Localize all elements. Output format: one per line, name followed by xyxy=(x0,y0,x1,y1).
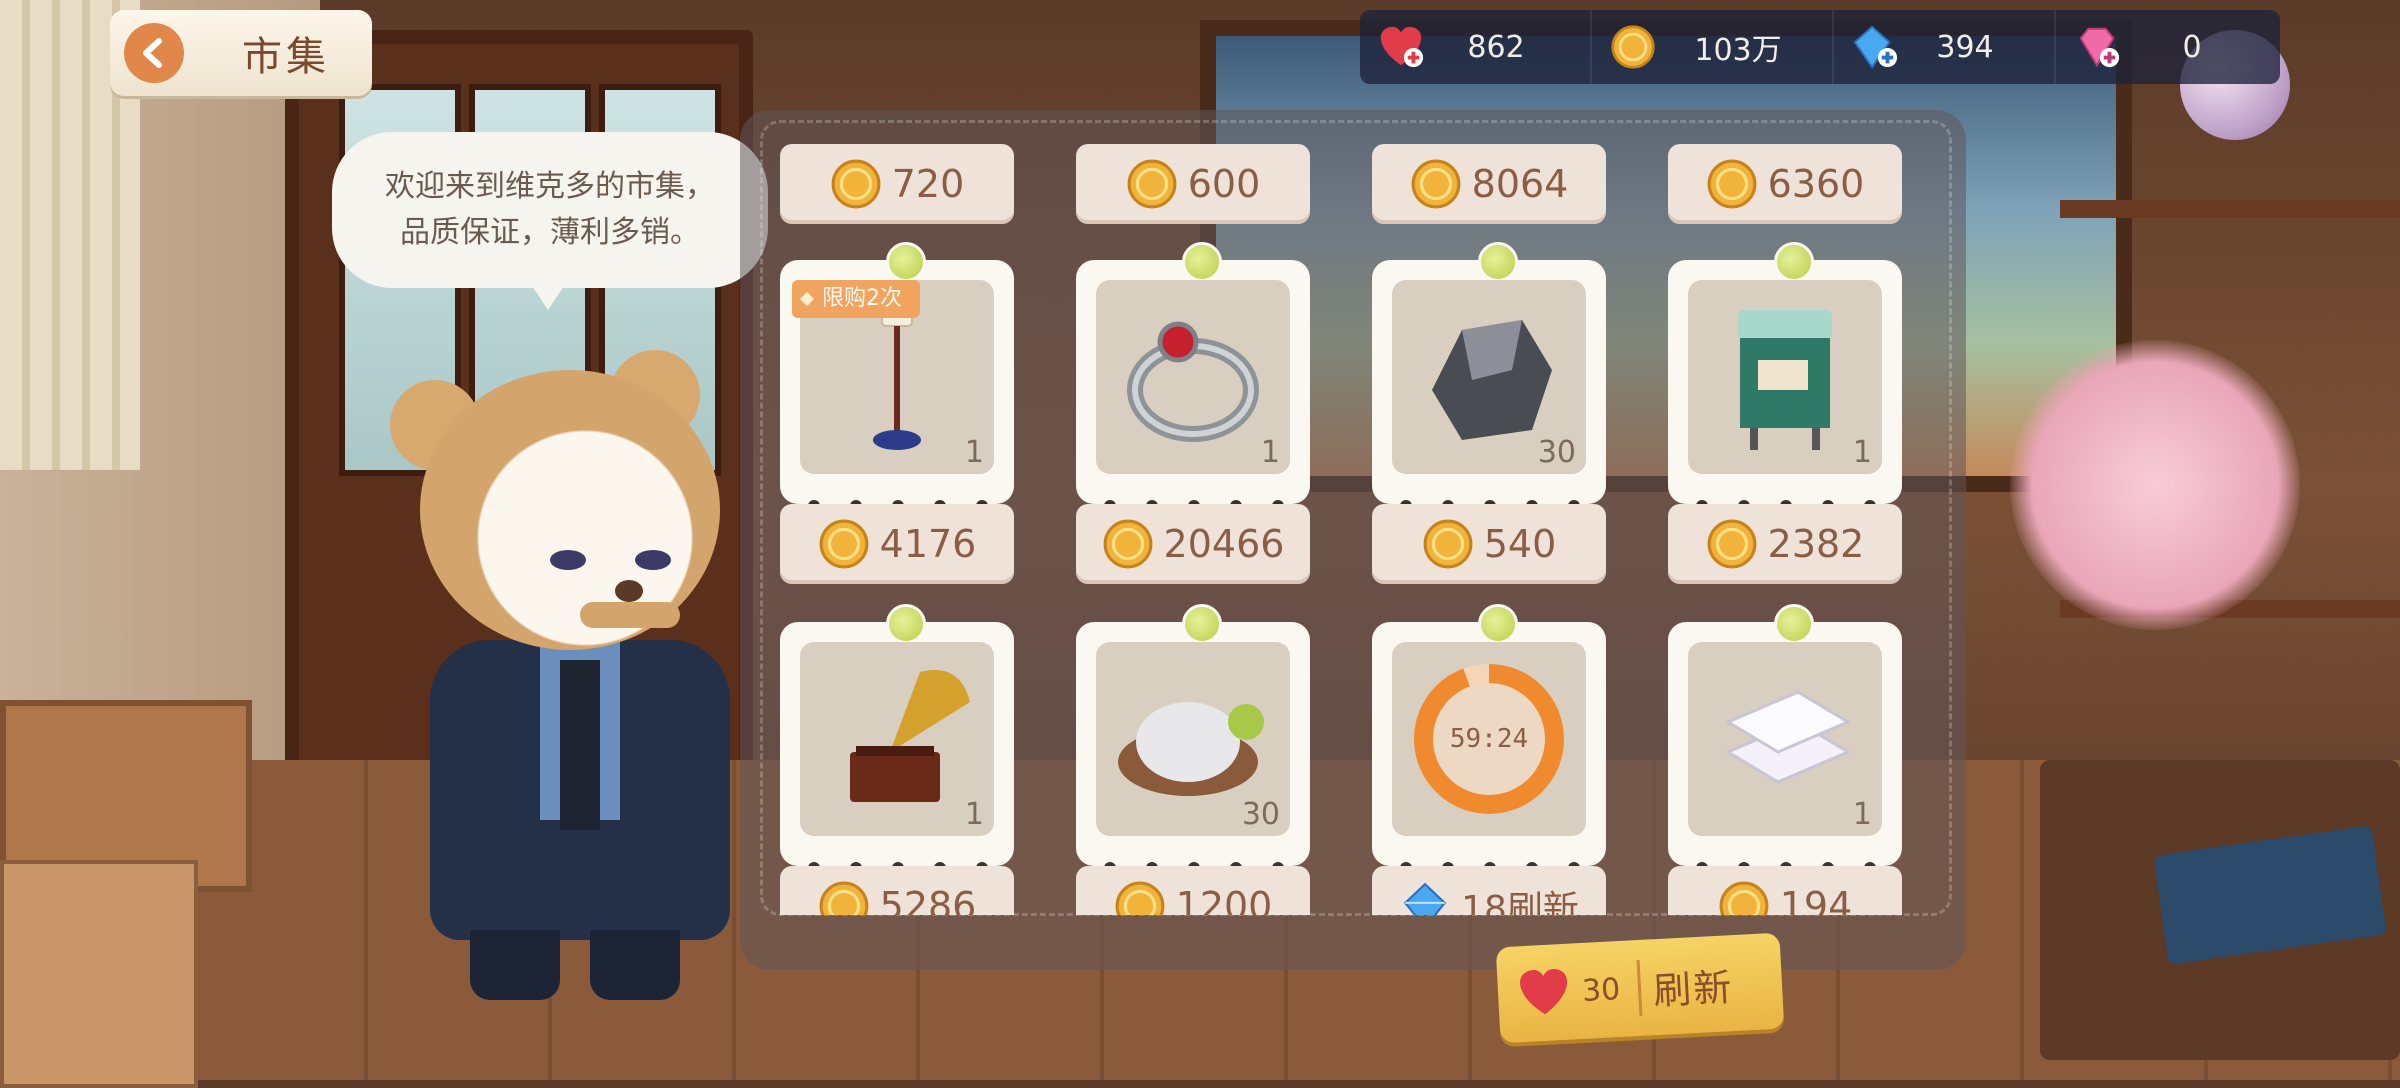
speech-line-2: 品质保证，薄利多销。 xyxy=(400,215,700,250)
price-value: 720 xyxy=(891,162,965,206)
price-value: 540 xyxy=(1483,522,1557,566)
shop-item-card[interactable]: 限购2次 1 xyxy=(780,242,1014,512)
heart-icon xyxy=(1520,969,1568,1015)
refresh-button[interactable]: 30 刷新 xyxy=(1495,932,1785,1044)
gems-value: 0 xyxy=(2182,29,2202,65)
shop-item-card[interactable]: 1 xyxy=(1076,242,1310,512)
item-quantity: 1 xyxy=(964,435,984,470)
back-arrow-icon xyxy=(124,23,184,83)
shop-item-card[interactable]: 30 xyxy=(1372,242,1606,512)
price-value: 194 xyxy=(1779,884,1853,915)
refresh-slot-card[interactable]: 59:24 xyxy=(1372,604,1606,874)
resource-gems[interactable]: 0 xyxy=(2056,10,2280,84)
pin-icon xyxy=(1774,242,1814,282)
item-quantity: 30 xyxy=(1241,797,1280,832)
resource-hearts[interactable]: 862 xyxy=(1360,10,1590,84)
gold-coin-icon xyxy=(1707,519,1757,569)
item-price-pill[interactable]: 540 xyxy=(1372,504,1606,584)
gold-coin-icon xyxy=(1423,519,1473,569)
blue-crystal-icon xyxy=(1403,882,1447,915)
cardboard-box xyxy=(0,860,198,1088)
gold-coin-icon xyxy=(1103,519,1152,569)
pin-icon xyxy=(1182,604,1222,644)
npc-speech-bubble: 欢迎来到维克多的市集， 品质保证，薄利多销。 xyxy=(332,132,768,310)
price-value: 2382 xyxy=(1767,522,1865,566)
pin-icon xyxy=(1774,604,1814,644)
pin-icon xyxy=(886,242,926,282)
shop-item-card[interactable]: 1 xyxy=(1668,242,1902,512)
item-price-pill[interactable]: 5286 xyxy=(780,866,1014,915)
gold-coin-icon xyxy=(1719,881,1769,915)
flower-vase xyxy=(2010,340,2300,630)
merchant-npc[interactable] xyxy=(390,340,770,1010)
item-price-pill[interactable]: 194 xyxy=(1668,866,1902,915)
item-quantity: 1 xyxy=(1260,435,1280,470)
shop-item-card[interactable]: 30 xyxy=(1076,604,1310,874)
page-title: 市集 xyxy=(242,34,330,80)
item-price-pill[interactable]: 4176 xyxy=(780,504,1014,584)
item-quantity: 30 xyxy=(1537,435,1576,470)
price-value: 6360 xyxy=(1767,162,1865,206)
price-value: 8064 xyxy=(1471,162,1569,206)
item-price-pill[interactable]: 20466 xyxy=(1076,504,1310,584)
gold-coin-icon xyxy=(1608,22,1658,72)
gold-coin-icon xyxy=(1707,159,1757,209)
gold-coin-icon xyxy=(831,159,881,209)
pin-icon xyxy=(1478,604,1518,644)
price-value: 600 xyxy=(1187,162,1261,206)
refresh-timer-ring: 59:24 xyxy=(1414,664,1564,814)
gold-coin-icon xyxy=(819,519,869,569)
item-quantity: 1 xyxy=(1852,797,1872,832)
wall-shelf xyxy=(2060,200,2400,218)
coins-value: 103万 xyxy=(1694,33,1782,68)
refresh-label: 刷新 xyxy=(1652,964,1735,1013)
price-value: 18刷新 xyxy=(1461,889,1579,915)
shop-grid[interactable]: 720 600 8064 6360 限购2次 1 4176 1 20466 30… xyxy=(760,140,1946,915)
slot-refresh-price-pill[interactable]: 18刷新 xyxy=(1372,866,1606,915)
shop-item-card[interactable]: 1 xyxy=(1668,604,1902,874)
shop-item-card[interactable]: 1 xyxy=(780,604,1014,874)
purchase-limit-badge: 限购2次 xyxy=(792,280,920,318)
refresh-countdown: 59:24 xyxy=(1449,724,1529,754)
pink-gem-plus-icon xyxy=(2072,22,2122,72)
gold-coin-icon xyxy=(819,881,869,915)
heart-plus-icon xyxy=(1376,22,1426,72)
resource-bar: 862 103万 394 0 xyxy=(1360,10,2280,84)
top-price-pill[interactable]: 6360 xyxy=(1668,144,1902,224)
price-value: 20466 xyxy=(1163,522,1285,566)
top-price-pill[interactable]: 600 xyxy=(1076,144,1310,224)
resource-crystals[interactable]: 394 xyxy=(1834,10,2054,84)
crystals-value: 394 xyxy=(1936,29,1994,65)
gold-coin-icon xyxy=(1115,881,1165,915)
item-quantity: 1 xyxy=(1852,435,1872,470)
item-price-pill[interactable]: 1200 xyxy=(1076,866,1310,915)
item-price-pill[interactable]: 2382 xyxy=(1668,504,1902,584)
pin-icon xyxy=(1182,242,1222,282)
resource-coins: 103万 xyxy=(1592,10,1832,84)
top-price-pill[interactable]: 720 xyxy=(780,144,1014,224)
gold-coin-icon xyxy=(1411,159,1461,209)
speech-line-1: 欢迎来到维克多的市集， xyxy=(385,169,715,204)
pin-icon xyxy=(1478,242,1518,282)
gold-coin-icon xyxy=(1127,159,1177,209)
pin-icon xyxy=(886,604,926,644)
price-value: 1200 xyxy=(1175,884,1273,915)
back-button[interactable]: 市集 xyxy=(110,10,372,96)
top-price-pill[interactable]: 8064 xyxy=(1372,144,1606,224)
blue-crystal-plus-icon xyxy=(1850,22,1900,72)
hearts-value: 862 xyxy=(1467,29,1525,65)
refresh-cost: 30 xyxy=(1581,971,1622,1009)
price-value: 4176 xyxy=(879,522,977,566)
item-quantity: 1 xyxy=(964,797,984,832)
price-value: 5286 xyxy=(879,884,977,915)
